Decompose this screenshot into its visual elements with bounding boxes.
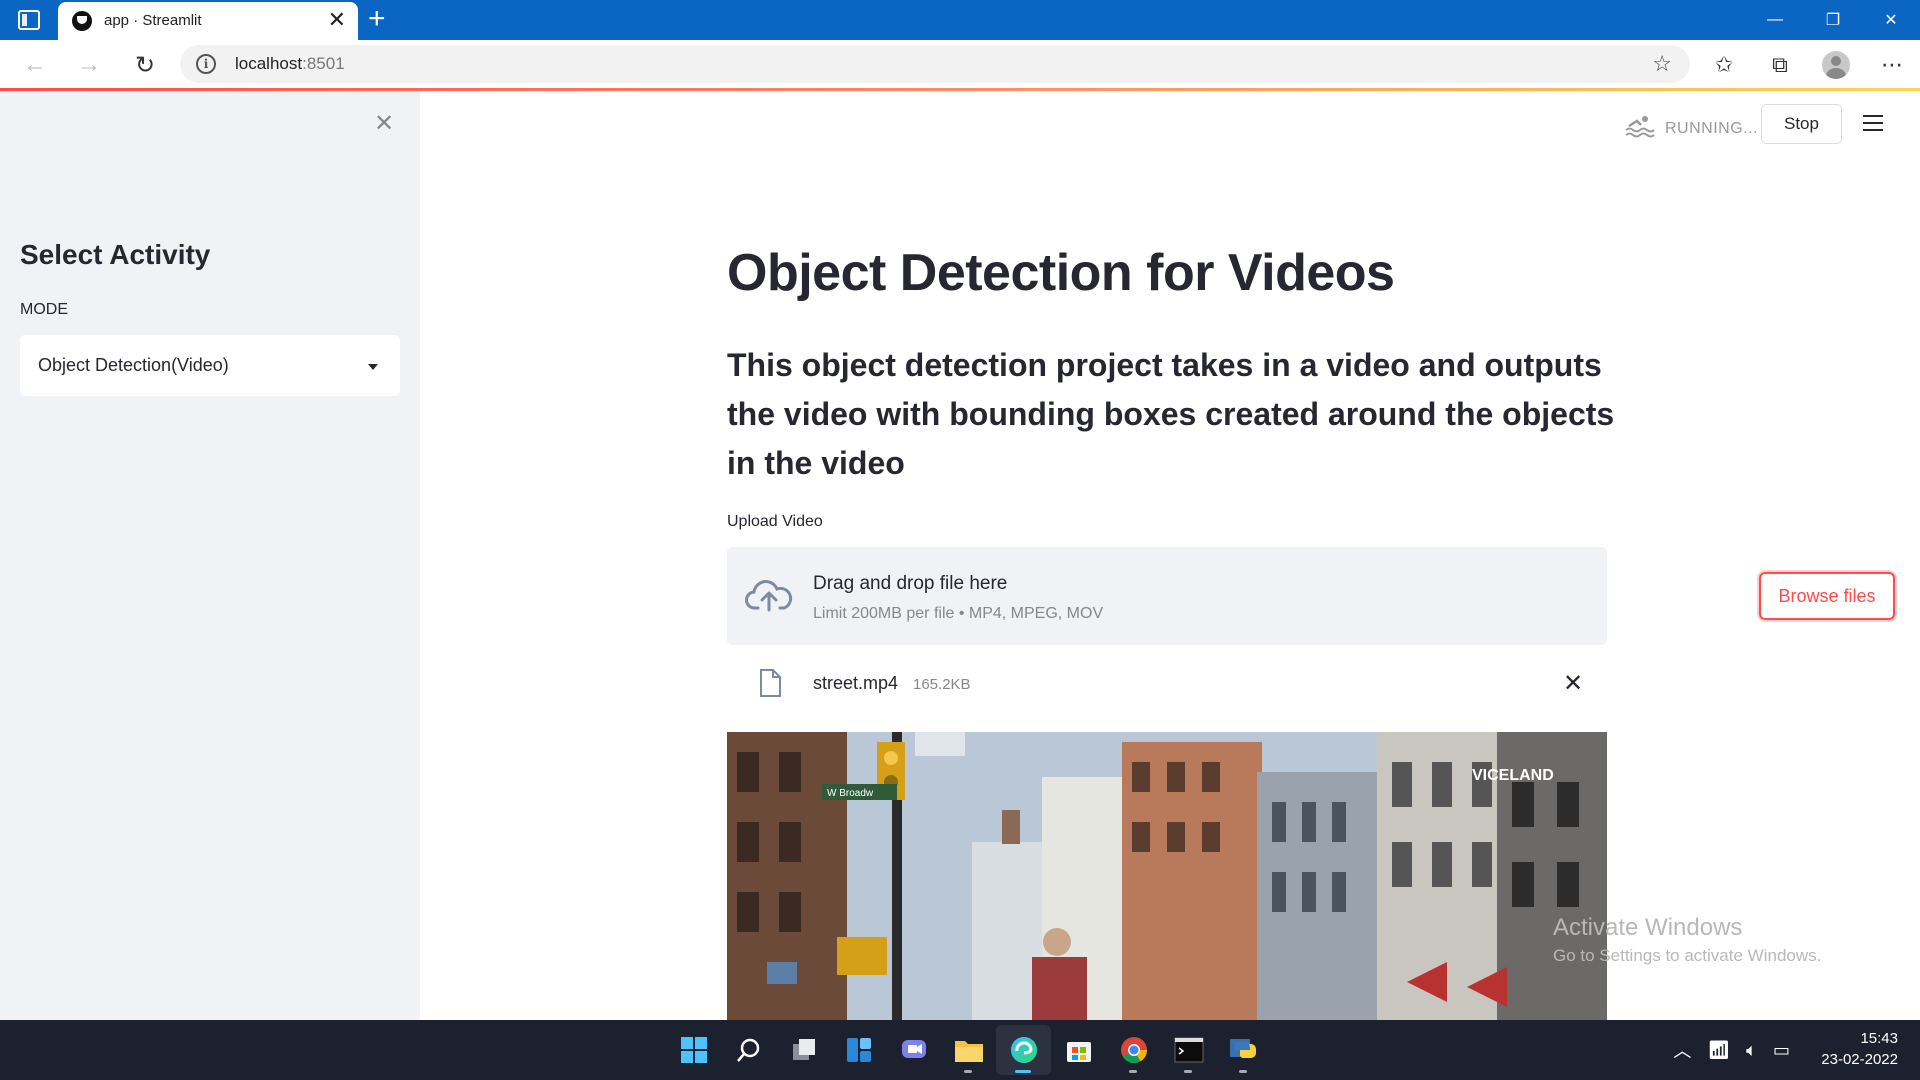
file-size: 165.2KB <box>913 676 971 693</box>
more-options-icon[interactable]: ⋯ <box>1864 52 1920 78</box>
running-text: RUNNING... <box>1665 120 1758 137</box>
tab-title: app · Streamlit <box>104 12 202 29</box>
mode-select-value: Object Detection(Video) <box>38 355 229 375</box>
caret-down-icon <box>368 364 378 370</box>
running-status: RUNNING... <box>1625 109 1758 143</box>
site-info-icon[interactable]: i <box>196 54 216 74</box>
dropzone-limit: Limit 200MB per file • MP4, MPEG, MOV <box>813 605 1104 622</box>
window-close-button[interactable]: ✕ <box>1862 0 1920 40</box>
street-sign-text: W Broadw <box>827 788 874 799</box>
activate-windows-watermark: Activate Windows Go to Settings to activ… <box>1553 914 1821 966</box>
file-dropzone[interactable]: Drag and drop file here Limit 200MB per … <box>727 547 1895 645</box>
viceland-overlay-text: VICELAND <box>1472 767 1554 784</box>
sidebar-heading: Select Activity <box>20 239 211 270</box>
cloud-upload-icon <box>745 580 793 612</box>
main-content: RUNNING... Stop Object Detection for Vid… <box>420 91 1920 1020</box>
forward-arrow-icon[interactable]: → <box>72 48 106 82</box>
store-icon <box>1066 1042 1091 1062</box>
system-tray: ︿ 📶︎ 🔈︎ ▭ <box>1657 1020 1790 1080</box>
dropzone-title: Drag and drop file here <box>813 573 1008 594</box>
running-indicator <box>1239 1070 1247 1073</box>
running-indicator <box>1184 1070 1192 1073</box>
file-icon <box>760 669 781 697</box>
start-button[interactable] <box>666 1025 721 1075</box>
search-icon <box>736 1038 759 1062</box>
address-port: :8501 <box>302 54 345 73</box>
volume-icon[interactable]: 🔈︎ <box>1746 1040 1757 1061</box>
mode-select[interactable]: Object Detection(Video) <box>20 335 400 396</box>
profile-avatar[interactable] <box>1808 50 1864 79</box>
edge-browser-button[interactable] <box>996 1025 1051 1075</box>
widgets-icon <box>846 1038 871 1062</box>
address-bar[interactable]: i localhost:8501 ☆ <box>180 45 1690 83</box>
edge-icon <box>1010 1037 1037 1063</box>
hamburger-menu-icon[interactable] <box>1863 115 1883 131</box>
teams-chat-icon <box>901 1040 926 1058</box>
python-button[interactable] <box>1216 1025 1271 1075</box>
restore-button[interactable]: ❐ <box>1804 0 1862 40</box>
refresh-icon[interactable]: ↻ <box>128 48 162 82</box>
browser-toolbar: ← → ↻ i localhost:8501 ☆ ✩ ⧉ ⋯ <box>0 40 1920 89</box>
battery-icon[interactable]: ▭ <box>1773 1040 1790 1061</box>
chrome-icon <box>1120 1037 1147 1064</box>
clock-date: 23-02-2022 <box>1821 1051 1898 1068</box>
windows-logo-icon <box>680 1037 707 1063</box>
tab-close-icon[interactable]: ✕ <box>328 9 346 31</box>
chrome-button[interactable] <box>1106 1025 1161 1075</box>
windows-taskbar: ︿ 📶︎ 🔈︎ ▭ 15:43 23-02-2022 <box>0 1020 1920 1080</box>
running-indicator <box>964 1070 972 1073</box>
sidebar: ✕ Select Activity MODE Object Detection(… <box>0 91 420 1020</box>
chevron-up-icon[interactable]: ︿ <box>1673 1037 1691 1063</box>
streamlit-favicon-icon <box>72 11 92 31</box>
running-indicator <box>1129 1070 1137 1073</box>
task-view-button[interactable] <box>776 1025 831 1075</box>
street-video-frame: W Broadw VICELAND <box>727 732 1607 1020</box>
profile-icon <box>1822 50 1850 79</box>
watermark-line1: Activate Windows <box>1553 914 1743 941</box>
page-subtitle: This object detection project takes in a… <box>727 347 1615 481</box>
address-host: localhost <box>235 54 303 73</box>
terminal-icon <box>1174 1037 1203 1063</box>
page-title: Object Detection for Videos <box>727 244 1395 302</box>
teams-chat-button[interactable] <box>886 1025 941 1075</box>
add-favorite-icon[interactable]: ☆ <box>1652 51 1672 77</box>
active-indicator <box>1015 1070 1031 1073</box>
address-text: localhost:8501 <box>235 54 345 74</box>
new-tab-button[interactable]: + <box>368 4 386 34</box>
favorites-icon[interactable]: ✩ <box>1696 52 1752 78</box>
file-explorer-button[interactable] <box>941 1025 996 1075</box>
mode-label: MODE <box>20 301 68 318</box>
terminal-button[interactable] <box>1161 1025 1216 1075</box>
wifi-icon[interactable]: 📶︎ <box>1707 1040 1730 1061</box>
sidebar-close-icon[interactable]: ✕ <box>374 109 394 138</box>
python-icon <box>1229 1039 1256 1058</box>
widgets-button[interactable] <box>831 1025 886 1075</box>
back-arrow-icon[interactable]: ← <box>18 48 52 82</box>
browse-files-button[interactable]: Browse files <box>1759 572 1895 620</box>
collections-icon[interactable]: ⧉ <box>1752 52 1808 78</box>
upload-label: Upload Video <box>727 513 823 530</box>
store-button[interactable] <box>1051 1025 1106 1075</box>
browser-tab[interactable]: app · Streamlit ✕ <box>58 2 358 40</box>
watermark-line2: Go to Settings to activate Windows. <box>1553 946 1822 965</box>
search-taskbar-button[interactable] <box>721 1025 776 1075</box>
uploaded-file-row: street.mp4 165.2KB ✕ <box>727 655 1607 711</box>
browser-titlebar: app · Streamlit ✕ + — ❐ ✕ <box>0 0 1920 40</box>
remove-file-icon[interactable]: ✕ <box>1563 669 1583 698</box>
clock[interactable]: 15:43 23-02-2022 <box>1821 1028 1898 1070</box>
video-player[interactable]: W Broadw VICELAND <box>727 732 1607 1020</box>
folder-icon <box>954 1041 983 1062</box>
task-view-icon <box>792 1039 815 1060</box>
file-name: street.mp4 <box>813 673 899 693</box>
swimmer-icon <box>1625 116 1655 138</box>
stop-button[interactable]: Stop <box>1761 104 1842 144</box>
minimize-button[interactable]: — <box>1746 0 1804 40</box>
clock-time: 15:43 <box>1860 1030 1898 1047</box>
tab-actions-icon[interactable] <box>18 10 40 30</box>
